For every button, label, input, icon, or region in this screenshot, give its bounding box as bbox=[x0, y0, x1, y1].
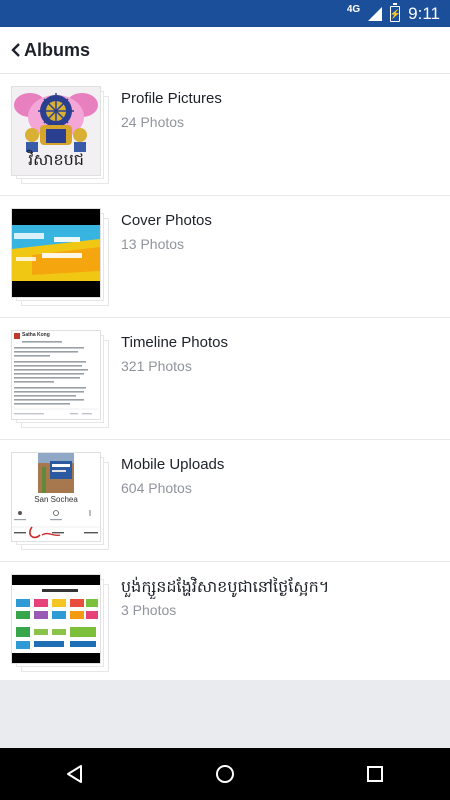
album-list: វិសាខបជ Profile Pictures 24 Photos Cover… bbox=[0, 74, 450, 684]
signal-icon bbox=[368, 6, 383, 21]
thumbnail-caption: វិសាខបជ bbox=[28, 150, 84, 169]
album-photo-count: 24 Photos bbox=[121, 114, 185, 130]
back-button[interactable]: Albums bbox=[10, 40, 90, 61]
album-text: Profile Pictures 24 Photos bbox=[121, 88, 440, 130]
circle-home-icon bbox=[216, 765, 234, 783]
square-recents-icon bbox=[367, 766, 383, 782]
status-bar: 4G ⚡ 9:11 bbox=[0, 0, 450, 27]
album-thumbnail-stack: San Sochea bbox=[11, 452, 109, 550]
triangle-back-icon bbox=[67, 765, 82, 783]
album-row-timeline-photos[interactable]: Satha Kong Timeline Photos 321 Photos bbox=[0, 318, 450, 440]
chevron-left-icon bbox=[11, 43, 20, 57]
album-thumbnail: វិសាខបជ bbox=[11, 86, 101, 176]
album-thumbnail-stack: វិសាខបជ bbox=[11, 86, 109, 184]
cover-image bbox=[12, 209, 100, 297]
nav-back-button[interactable] bbox=[45, 754, 105, 794]
album-row-profile-pictures[interactable]: វិសាខបជ Profile Pictures 24 Photos bbox=[0, 74, 450, 196]
page-title: Albums bbox=[24, 39, 91, 60]
profile-actions bbox=[12, 510, 100, 539]
album-text: បួង់ក្សួនដង្ហែវិសាខបូជានៅថ្ងៃស្អែក។ 3 Ph… bbox=[121, 576, 440, 618]
album-thumbnail-stack bbox=[11, 574, 109, 672]
album-thumbnail bbox=[11, 574, 101, 664]
album-thumbnail-stack: Satha Kong bbox=[11, 330, 109, 428]
album-name: Profile Pictures bbox=[121, 90, 222, 107]
album-thumbnail: Satha Kong bbox=[11, 330, 101, 420]
nav-recents-button[interactable] bbox=[345, 754, 405, 794]
app-bar: Albums bbox=[0, 27, 450, 74]
schedule-chart-image bbox=[12, 575, 100, 663]
album-text: Mobile Uploads 604 Photos bbox=[121, 454, 440, 496]
profile-name: San Sochea bbox=[34, 495, 78, 504]
profile-cover-image bbox=[12, 453, 100, 493]
album-photo-count: 604 Photos bbox=[121, 480, 192, 496]
album-photo-count: 13 Photos bbox=[121, 236, 185, 252]
album-text: Timeline Photos 321 Photos bbox=[121, 332, 440, 374]
list-end-background bbox=[0, 680, 450, 748]
album-thumbnail bbox=[11, 208, 101, 298]
battery-charging-icon: ⚡ bbox=[390, 2, 401, 22]
nav-home-button[interactable] bbox=[195, 754, 255, 794]
album-row-mobile-uploads[interactable]: San Sochea Mobile Uploads 604 Photos bbox=[0, 440, 450, 562]
album-thumbnail: San Sochea bbox=[11, 452, 101, 542]
network-type: 4G bbox=[346, 4, 361, 15]
album-row-visakha-bochea[interactable]: បួង់ក្សួនដង្ហែវិសាខបូជានៅថ្ងៃស្អែក។ 3 Ph… bbox=[0, 562, 450, 684]
album-photo-count: 3 Photos bbox=[121, 602, 177, 618]
post-text-lines bbox=[14, 341, 98, 415]
album-thumbnail-stack bbox=[11, 208, 109, 306]
album-row-cover-photos[interactable]: Cover Photos 13 Photos bbox=[0, 196, 450, 318]
status-time: 9:11 bbox=[408, 3, 440, 23]
album-name: Mobile Uploads bbox=[121, 456, 225, 473]
album-photo-count: 321 Photos bbox=[121, 358, 192, 374]
album-text: Cover Photos 13 Photos bbox=[121, 210, 440, 252]
navigation-bar bbox=[0, 748, 450, 800]
album-name: បួង់ក្សួនដង្ហែវិសាខបូជានៅថ្ងៃស្អែក។ bbox=[121, 577, 330, 596]
status-icons: 4G ⚡ 9:11 bbox=[347, 0, 440, 27]
album-name: Cover Photos bbox=[121, 212, 212, 229]
album-name: Timeline Photos bbox=[121, 334, 228, 351]
